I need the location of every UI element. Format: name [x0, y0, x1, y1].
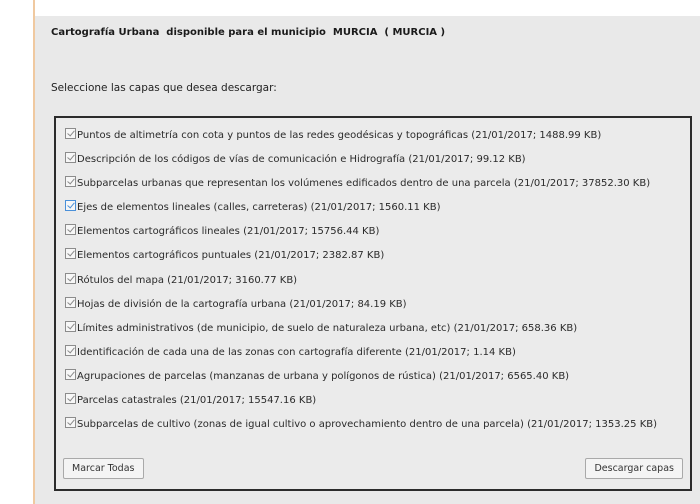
layer-label: Elementos cartográficos puntuales (21/01…: [77, 250, 385, 262]
checkbox-icon[interactable]: [65, 128, 76, 139]
layer-label: Descripción de los códigos de vías de co…: [77, 154, 526, 166]
checkbox-icon[interactable]: [65, 176, 76, 188]
checkbox-icon[interactable]: [65, 200, 76, 212]
layer-item-parcelas[interactable]: Parcelas catastrales (21/01/2017; 15547.…: [65, 393, 684, 417]
checkbox-icon[interactable]: [65, 224, 76, 236]
instructions-text: Seleccione las capas que desea descargar…: [51, 82, 277, 94]
checkbox-icon[interactable]: [65, 272, 76, 284]
checkbox-icon[interactable]: [65, 152, 76, 164]
layer-label: Subparcelas urbanas que representan los …: [77, 178, 651, 190]
layer-label: Elementos cartográficos lineales (21/01/…: [77, 226, 380, 238]
layer-item-subparcelas-urbanas[interactable]: Subparcelas urbanas que representan los …: [65, 176, 684, 200]
layer-item-elementos-lineales[interactable]: Elementos cartográficos lineales (21/01/…: [65, 224, 684, 248]
layer-label: Subparcelas de cultivo (zonas de igual c…: [77, 419, 658, 431]
checkbox-icon[interactable]: [65, 393, 76, 405]
checkbox-icon[interactable]: [65, 320, 76, 332]
layer-selection-box: Puntos de altimetría con cota y puntos d…: [54, 116, 692, 491]
layer-item-altimetria[interactable]: Puntos de altimetría con cota y puntos d…: [65, 128, 684, 152]
download-layers-button[interactable]: Descargar capas: [585, 458, 683, 479]
layer-label: Rótulos del mapa (21/01/2017; 3160.77 KB…: [77, 274, 298, 286]
checkbox-icon[interactable]: [65, 344, 76, 356]
layer-item-codigos-vias[interactable]: Descripción de los códigos de vías de co…: [65, 152, 684, 176]
layer-label: Parcelas catastrales (21/01/2017; 15547.…: [77, 395, 317, 407]
layer-label: Puntos de altimetría con cota y puntos d…: [77, 130, 602, 141]
layer-list: Puntos de altimetría con cota y puntos d…: [65, 128, 684, 449]
layer-label: Identificación de cada una de las zonas …: [77, 346, 516, 358]
layer-item-identificacion-zonas[interactable]: Identificación de cada una de las zonas …: [65, 344, 684, 369]
layer-label: Ejes de elementos lineales (calles, carr…: [77, 202, 441, 214]
checkbox-icon[interactable]: [65, 417, 76, 429]
layer-item-elementos-puntuales[interactable]: Elementos cartográficos puntuales (21/01…: [65, 248, 684, 272]
page-title: Cartografía Urbana disponible para el mu…: [51, 27, 446, 38]
layer-item-subparcelas-cultivo[interactable]: Subparcelas de cultivo (zonas de igual c…: [65, 417, 684, 449]
download-panel: Cartografía Urbana disponible para el mu…: [35, 16, 700, 504]
select-all-button[interactable]: Marcar Todas: [63, 458, 144, 479]
layer-label: Hojas de división de la cartografía urba…: [77, 298, 407, 310]
layer-item-rotulos[interactable]: Rótulos del mapa (21/01/2017; 3160.77 KB…: [65, 272, 684, 297]
layer-item-limites[interactable]: Límites administrativos (de municipio, d…: [65, 320, 684, 345]
layer-item-ejes[interactable]: Ejes de elementos lineales (calles, carr…: [65, 200, 684, 224]
checkbox-icon[interactable]: [65, 368, 76, 380]
layer-item-hojas[interactable]: Hojas de división de la cartografía urba…: [65, 296, 684, 321]
layer-label: Límites administrativos (de municipio, d…: [77, 322, 578, 334]
checkbox-icon[interactable]: [65, 296, 76, 308]
layer-label: Agrupaciones de parcelas (manzanas de ur…: [77, 370, 570, 382]
layer-item-agrupaciones[interactable]: Agrupaciones de parcelas (manzanas de ur…: [65, 368, 684, 393]
checkbox-icon[interactable]: [65, 248, 76, 260]
